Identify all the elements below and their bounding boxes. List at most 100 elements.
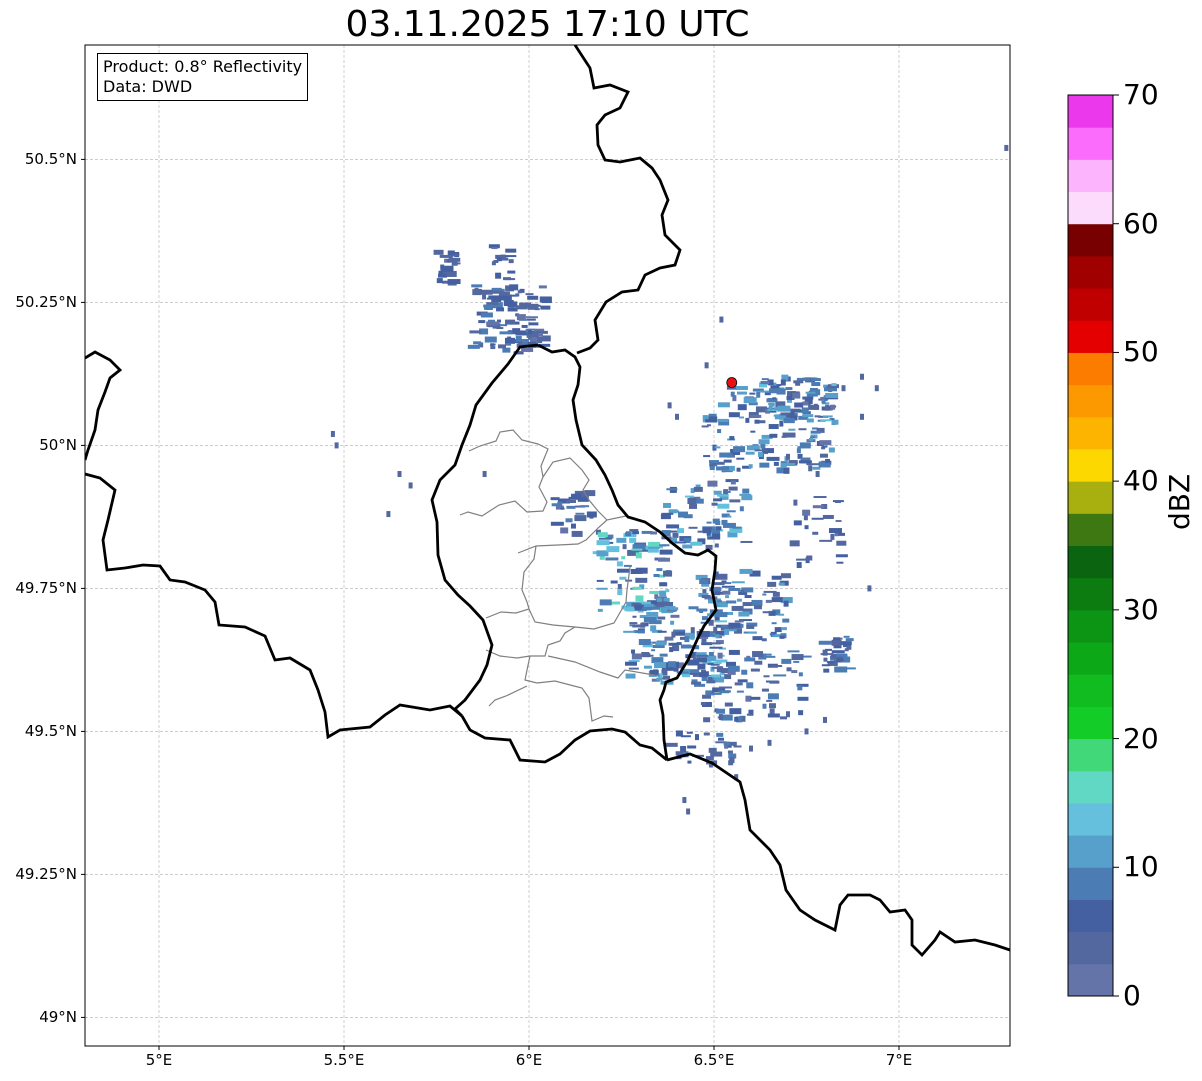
echo-pixel [334,442,339,449]
colorbar-segment [1068,448,1113,482]
echo-pixel [823,657,828,662]
echo-pixel [721,519,728,525]
echo-pixel [761,688,769,692]
echo-pixel [505,278,516,281]
echo-pixel [471,284,483,288]
echo-pixel [605,557,619,561]
echo-pixel [802,401,809,406]
echo-pixel [659,582,668,587]
echo-pixel [760,443,766,449]
echo-pixel [574,515,587,522]
echo-pixel [826,661,834,664]
echo-pixel [860,413,864,420]
echo-pixel [733,446,746,453]
echo-pixel [473,341,482,345]
echo-pixel [611,601,621,605]
echo-pixel [811,382,821,387]
echo-pixel [836,540,847,546]
echo-pixel [651,649,656,652]
echo-pixel [673,667,679,672]
colorbar-segment [1068,95,1113,128]
echo-pixel [717,652,723,659]
echo-pixel [496,307,505,312]
echo-pixel [718,686,732,689]
echo-pixel [824,388,834,391]
echo-pixel [575,512,585,515]
echo-pixel [687,760,692,764]
echo-pixel [700,702,706,706]
echo-pixel [676,642,682,646]
lat-tick-label: 49.25°N [15,865,77,884]
echo-pixel [712,518,720,524]
echo-pixel [505,248,517,253]
echo-pixel [707,480,718,487]
echo-pixel [719,452,733,458]
echo-pixel [617,589,623,596]
echo-pixel [500,254,506,258]
echo-pixel [760,390,770,393]
echo-pixel [623,564,632,567]
echo-pixel [657,630,667,633]
echo-pixel [453,253,460,256]
echo-pixel [682,674,691,678]
echo-pixel [796,448,801,454]
echo-pixel [818,640,832,645]
echo-pixel [767,713,780,718]
echo-pixel [785,387,793,391]
echo-pixel [669,647,674,653]
echo-pixel [728,622,741,628]
echo-pixel [798,672,803,677]
echo-pixel [666,488,678,491]
echo-pixel [689,503,698,509]
echo-pixel [727,515,732,518]
echo-pixel [503,300,514,307]
echo-pixel [696,654,709,657]
echo-pixel [840,641,852,646]
echo-pixel [452,262,461,265]
echo-pixel [780,412,790,416]
echo-pixel [726,490,731,493]
echo-pixel [738,416,744,419]
map-title: 03.11.2025 17:10 UTC [345,4,750,45]
lon-tick-label: 7°E [885,1051,913,1069]
echo-pixel [793,520,802,526]
echo-pixel [781,627,787,631]
echo-pixel [696,657,707,663]
echo-pixel [860,373,864,380]
echo-pixel [833,637,841,641]
echo-pixel [786,711,790,718]
echo-pixel [702,527,712,534]
lon-tick-label: 6.5°E [693,1051,735,1069]
echo-pixel [717,429,722,434]
colorbar-segment [1068,802,1113,836]
lon-tick-label: 5.5°E [323,1051,365,1069]
echo-pixel [719,690,730,694]
echo-pixel [689,669,700,674]
echo-pixel [746,655,751,658]
echo-pixel [616,537,627,543]
echo-pixel [566,505,576,509]
echo-pixel [650,625,657,632]
echo-pixel [449,257,461,262]
echo-pixel [823,668,830,673]
echo-pixel [771,597,783,603]
echo-pixel [648,541,661,547]
echo-pixel [867,585,872,592]
echo-pixel [436,278,443,284]
echo-pixel [747,631,757,634]
echo-pixel [657,616,666,620]
echo-pixel [690,541,703,546]
echo-pixel [675,730,683,737]
echo-pixel [659,653,668,657]
echo-pixel [703,732,710,736]
echo-pixel [665,742,678,747]
echo-pixel [768,703,776,709]
echo-pixel [813,496,827,499]
echo-pixel [643,665,652,669]
echo-pixel [714,543,719,548]
echo-pixel [750,430,756,433]
echo-pixel [515,335,522,342]
echo-pixel [780,462,787,468]
radar-map-figure [81,44,1119,1050]
echo-pixel [825,404,830,411]
